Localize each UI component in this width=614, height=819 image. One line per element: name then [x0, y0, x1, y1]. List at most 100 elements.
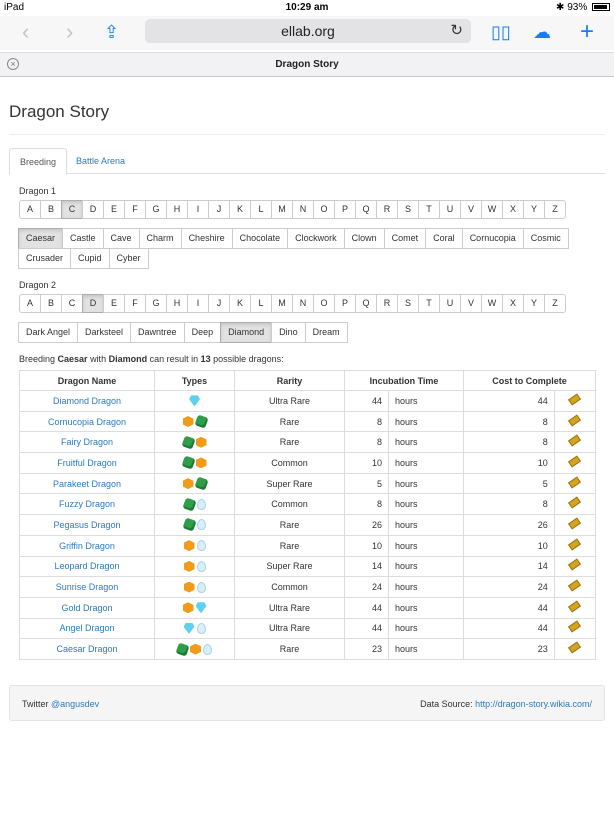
dragon1-letter-e[interactable]: E — [103, 200, 125, 219]
dragon1-letter-b[interactable]: B — [40, 200, 62, 219]
reload-icon[interactable]: ↻ — [450, 19, 463, 43]
source-link[interactable]: http://dragon-story.wikia.com/ — [475, 699, 592, 709]
dragon-link[interactable]: Fruitful Dragon — [57, 458, 117, 468]
tab-battle-arena[interactable]: Battle Arena — [66, 148, 135, 175]
dragon2-letter-o[interactable]: O — [313, 294, 335, 313]
dragon1-option-clockwork[interactable]: Clockwork — [287, 228, 345, 249]
dragon2-letter-m[interactable]: M — [271, 294, 293, 313]
back-icon[interactable]: ‹ — [22, 21, 29, 43]
dragon-link[interactable]: Parakeet Dragon — [53, 479, 121, 489]
col-types[interactable]: Types — [154, 370, 235, 391]
dragon1-letter-k[interactable]: K — [229, 200, 251, 219]
dragon-link[interactable]: Pegasus Dragon — [53, 520, 120, 530]
dragon1-letter-w[interactable]: W — [481, 200, 503, 219]
dragon2-letter-e[interactable]: E — [103, 294, 125, 313]
dragon2-letter-z[interactable]: Z — [544, 294, 566, 313]
dragon-link[interactable]: Sunrise Dragon — [56, 582, 119, 592]
dragon2-letter-t[interactable]: T — [418, 294, 440, 313]
col-rarity[interactable]: Rarity — [234, 370, 345, 391]
dragon-link[interactable]: Cornucopia Dragon — [48, 417, 126, 427]
col-incubation[interactable]: Incubation Time — [344, 370, 464, 391]
dragon1-letter-l[interactable]: L — [250, 200, 272, 219]
dragon2-letter-g[interactable]: G — [145, 294, 167, 313]
dragon1-option-crusader[interactable]: Crusader — [18, 248, 72, 269]
dragon-link[interactable]: Fairy Dragon — [61, 437, 113, 447]
dragon1-letter-t[interactable]: T — [418, 200, 440, 219]
dragon1-option-cheshire[interactable]: Cheshire — [180, 228, 233, 249]
dragon2-option-dark-angel[interactable]: Dark Angel — [18, 322, 79, 343]
dragon1-letter-h[interactable]: H — [166, 200, 188, 219]
dragon-link[interactable]: Diamond Dragon — [53, 396, 121, 406]
dragon2-letter-d[interactable]: D — [82, 294, 104, 313]
dragon1-option-charm[interactable]: Charm — [138, 228, 182, 249]
dragon1-letter-n[interactable]: N — [292, 200, 314, 219]
dragon1-option-cornucopia[interactable]: Cornucopia — [461, 228, 524, 249]
col-dragon-name[interactable]: Dragon Name — [19, 370, 155, 391]
address-bar[interactable]: ellab.org ↻ — [145, 19, 471, 43]
dragon-link[interactable]: Caesar Dragon — [56, 644, 117, 654]
dragon2-letter-i[interactable]: I — [187, 294, 209, 313]
dragon2-letter-j[interactable]: J — [208, 294, 230, 313]
dragon2-letter-q[interactable]: Q — [355, 294, 377, 313]
dragon1-letter-j[interactable]: J — [208, 200, 230, 219]
dragon2-letter-u[interactable]: U — [439, 294, 461, 313]
dragon2-option-dawntree[interactable]: Dawntree — [130, 322, 185, 343]
dragon1-letter-d[interactable]: D — [82, 200, 104, 219]
dragon1-letter-y[interactable]: Y — [523, 200, 545, 219]
dragon2-letter-w[interactable]: W — [481, 294, 503, 313]
dragon2-letter-y[interactable]: Y — [523, 294, 545, 313]
dragon2-letter-h[interactable]: H — [166, 294, 188, 313]
dragon2-letter-b[interactable]: B — [40, 294, 62, 313]
dragon1-letter-z[interactable]: Z — [544, 200, 566, 219]
dragon1-letter-f[interactable]: F — [124, 200, 146, 219]
dragon2-letter-r[interactable]: R — [376, 294, 398, 313]
dragon1-letter-o[interactable]: O — [313, 200, 335, 219]
dragon2-letter-s[interactable]: S — [397, 294, 419, 313]
dragon2-option-darksteel[interactable]: Darksteel — [77, 322, 132, 343]
dragon-link[interactable]: Fuzzy Dragon — [59, 499, 115, 509]
dragon1-option-coral[interactable]: Coral — [425, 228, 463, 249]
browser-tab-title[interactable]: Dragon Story — [0, 59, 614, 70]
dragon2-letter-x[interactable]: X — [502, 294, 524, 313]
share-icon[interactable]: ⇪ — [104, 21, 119, 43]
dragon1-letter-x[interactable]: X — [502, 200, 524, 219]
dragon-link[interactable]: Leopard Dragon — [54, 561, 119, 571]
dragon2-letter-p[interactable]: P — [334, 294, 356, 313]
tab-breeding[interactable]: Breeding — [9, 148, 68, 175]
dragon2-option-dream[interactable]: Dream — [304, 322, 348, 343]
dragon1-letter-q[interactable]: Q — [355, 200, 377, 219]
dragon-link[interactable]: Griffin Dragon — [59, 541, 115, 551]
dragon1-letter-m[interactable]: M — [271, 200, 293, 219]
dragon1-option-castle[interactable]: Castle — [62, 228, 104, 249]
dragon2-option-deep[interactable]: Deep — [183, 322, 222, 343]
dragon2-letter-l[interactable]: L — [250, 294, 272, 313]
dragon1-option-chocolate[interactable]: Chocolate — [231, 228, 289, 249]
dragon1-letter-c[interactable]: C — [61, 200, 83, 219]
dragon1-letter-v[interactable]: V — [460, 200, 482, 219]
dragon2-option-dino[interactable]: Dino — [271, 322, 306, 343]
dragon-link[interactable]: Gold Dragon — [61, 603, 112, 613]
dragon2-option-diamond[interactable]: Diamond — [220, 322, 273, 343]
dragon2-letter-a[interactable]: A — [19, 294, 41, 313]
dragon1-option-cosmic[interactable]: Cosmic — [522, 228, 569, 249]
dragon1-letter-u[interactable]: U — [439, 200, 461, 219]
icloud-tabs-icon[interactable]: ☁ — [533, 21, 551, 43]
twitter-link[interactable]: @angusdev — [51, 699, 99, 709]
dragon1-option-comet[interactable]: Comet — [383, 228, 427, 249]
bookmarks-icon[interactable]: ▯▯ — [491, 21, 511, 43]
dragon1-letter-a[interactable]: A — [19, 200, 41, 219]
dragon1-letter-s[interactable]: S — [397, 200, 419, 219]
dragon1-option-clown[interactable]: Clown — [343, 228, 385, 249]
dragon1-letter-i[interactable]: I — [187, 200, 209, 219]
new-tab-icon[interactable]: + — [580, 20, 594, 44]
dragon1-option-cupid[interactable]: Cupid — [70, 248, 110, 269]
dragon1-letter-g[interactable]: G — [145, 200, 167, 219]
dragon-link[interactable]: Angel Dragon — [59, 623, 114, 633]
dragon1-option-cyber[interactable]: Cyber — [108, 248, 149, 269]
dragon1-option-cave[interactable]: Cave — [102, 228, 140, 249]
forward-icon[interactable]: › — [66, 21, 73, 43]
dragon2-letter-n[interactable]: N — [292, 294, 314, 313]
dragon2-letter-k[interactable]: K — [229, 294, 251, 313]
dragon2-letter-f[interactable]: F — [124, 294, 146, 313]
dragon2-letter-c[interactable]: C — [61, 294, 83, 313]
